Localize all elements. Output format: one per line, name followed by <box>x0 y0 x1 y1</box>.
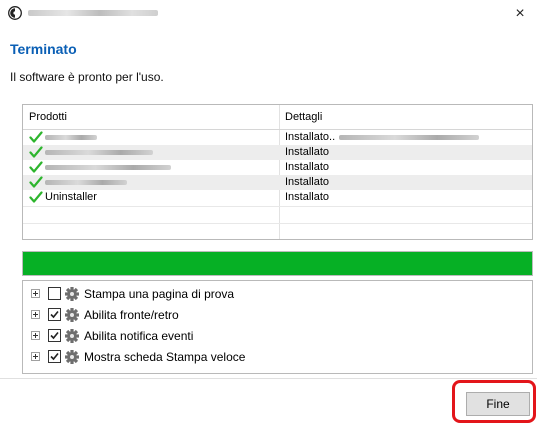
table-row[interactable]: Installato <box>23 175 532 190</box>
row-details: Installato.. <box>285 131 336 143</box>
checkmark-icon <box>50 352 59 361</box>
gear-icon <box>65 308 79 322</box>
check-icon <box>29 146 43 158</box>
check-icon <box>29 191 43 203</box>
option-label: Abilita fronte/retro <box>84 308 179 322</box>
check-icon <box>29 176 43 188</box>
expand-icon[interactable] <box>31 289 40 298</box>
product-name-redacted <box>45 135 97 140</box>
table-row[interactable]: Uninstaller Installato <box>23 190 532 205</box>
checkmark-icon <box>50 310 59 319</box>
column-header-products: Prodotti <box>29 111 67 123</box>
row-details: Installato <box>285 191 330 203</box>
option-item-test-page[interactable]: Stampa una pagina di prova <box>23 284 532 304</box>
empty-row-divider <box>23 206 532 207</box>
close-button[interactable]: × <box>505 0 535 28</box>
progress-bar <box>22 251 533 276</box>
option-checkbox[interactable] <box>48 329 61 342</box>
gear-icon <box>65 287 79 301</box>
row-product: Uninstaller <box>45 191 97 203</box>
option-label: Abilita notifica eventi <box>84 329 194 343</box>
expand-icon[interactable] <box>31 310 40 319</box>
option-item-quick-print-tab[interactable]: Mostra scheda Stampa veloce <box>23 347 532 367</box>
details-redacted <box>339 135 479 140</box>
gear-icon <box>65 350 79 364</box>
finish-button[interactable]: Fine <box>466 392 530 416</box>
check-icon <box>29 131 43 143</box>
option-checkbox[interactable] <box>48 350 61 363</box>
footer-divider <box>0 378 537 379</box>
row-details: Installato <box>285 161 330 173</box>
table-row[interactable]: Installato.. <box>23 130 532 145</box>
row-details: Installato <box>285 176 330 188</box>
option-item-event-notification[interactable]: Abilita notifica eventi <box>23 326 532 346</box>
installer-window: × Terminato Il software è pronto per l'u… <box>0 0 537 425</box>
expand-icon[interactable] <box>31 331 40 340</box>
option-checkbox[interactable] <box>48 287 61 300</box>
row-details: Installato <box>285 146 330 158</box>
gear-icon <box>65 329 79 343</box>
expand-icon[interactable] <box>31 352 40 361</box>
page-subtitle: Il software è pronto per l'uso. <box>10 70 164 84</box>
products-table: Prodotti Dettagli Installato.. Installat… <box>22 104 533 240</box>
page-title: Terminato <box>10 41 77 57</box>
column-header-details: Dettagli <box>285 111 323 123</box>
checkmark-icon <box>50 331 59 340</box>
title-bar: × <box>0 0 537 28</box>
option-item-duplex[interactable]: Abilita fronte/retro <box>23 305 532 325</box>
table-row[interactable]: Installato <box>23 160 532 175</box>
product-name-redacted <box>45 165 171 170</box>
table-row[interactable]: Installato <box>23 145 532 160</box>
option-checkbox[interactable] <box>48 308 61 321</box>
product-name-redacted <box>45 150 153 155</box>
product-name-redacted <box>45 180 127 185</box>
progress-bar-fill <box>23 252 532 275</box>
option-label: Stampa una pagina di prova <box>84 287 235 301</box>
app-logo-icon <box>8 6 22 20</box>
check-icon <box>29 161 43 173</box>
window-title-redacted <box>28 10 158 16</box>
empty-row-divider <box>23 223 532 224</box>
post-install-options: Stampa una pagina di prova Abilita front… <box>22 280 533 374</box>
option-label: Mostra scheda Stampa veloce <box>84 350 246 364</box>
